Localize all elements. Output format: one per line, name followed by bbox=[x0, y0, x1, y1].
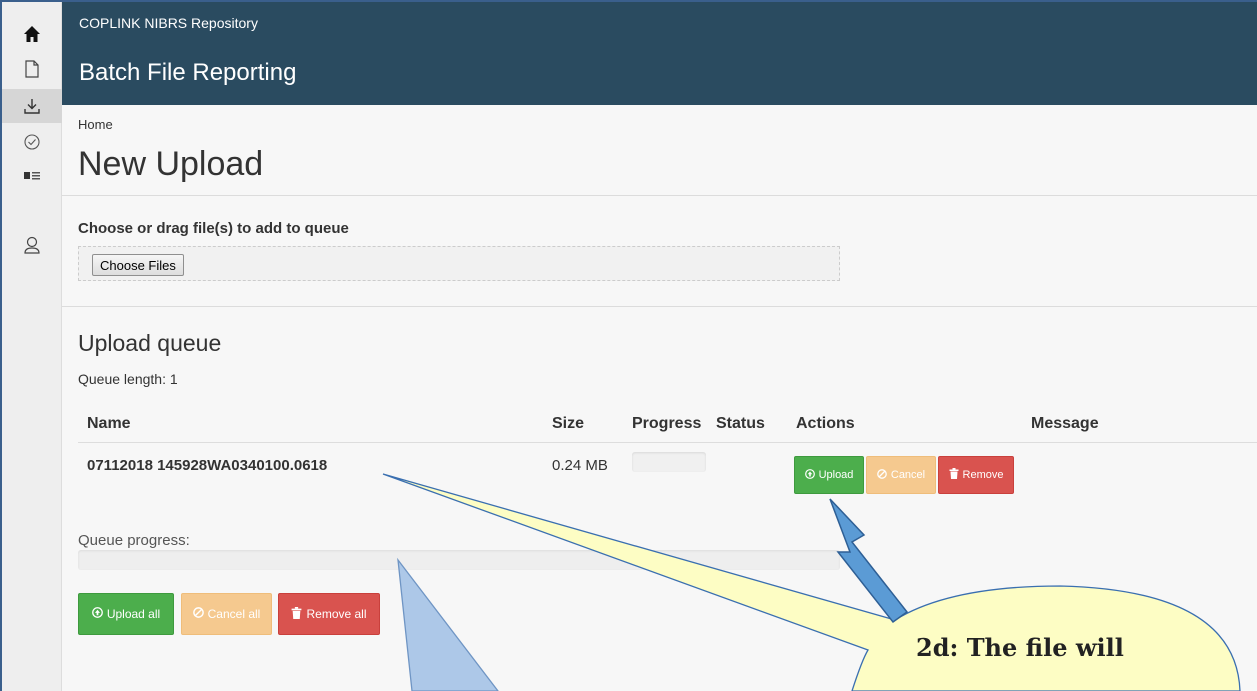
cancel-button[interactable]: Cancel bbox=[866, 456, 936, 494]
ban-icon bbox=[192, 607, 204, 621]
cancel-button-label: Cancel bbox=[890, 469, 926, 481]
callout-text: 2d: The file will bbox=[916, 633, 1124, 662]
queue-progress-label: Queue progress: bbox=[78, 532, 190, 549]
file-name-cell: 07112018 145928WA0340100.0618 bbox=[87, 457, 328, 474]
breadcrumb-home[interactable]: Home bbox=[78, 117, 113, 132]
sidebar-item-validation[interactable] bbox=[2, 125, 62, 159]
upload-all-label: Upload all bbox=[106, 607, 161, 621]
column-header-progress: Progress bbox=[632, 415, 702, 432]
download-icon bbox=[23, 97, 41, 115]
sidebar-nav bbox=[2, 2, 62, 691]
app-header: COPLINK NIBRS Repository Batch File Repo… bbox=[62, 2, 1257, 105]
divider bbox=[62, 306, 1257, 307]
remove-button[interactable]: Remove bbox=[938, 456, 1014, 494]
column-header-status: Status bbox=[716, 415, 765, 432]
column-header-actions: Actions bbox=[796, 415, 855, 432]
section-title: Batch File Reporting bbox=[79, 59, 297, 86]
cancel-all-label: Cancel all bbox=[207, 607, 261, 621]
upload-button[interactable]: Upload bbox=[794, 456, 864, 494]
list-icon bbox=[24, 170, 40, 182]
upload-button-label: Upload bbox=[818, 469, 854, 481]
user-icon bbox=[24, 236, 40, 254]
sidebar-item-documents[interactable] bbox=[2, 52, 62, 86]
remove-all-button[interactable]: Remove all bbox=[278, 593, 380, 635]
trash-icon bbox=[949, 468, 959, 482]
queue-title: Upload queue bbox=[78, 330, 222, 356]
sidebar-item-profile[interactable] bbox=[2, 228, 62, 262]
remove-button-label: Remove bbox=[962, 469, 1004, 481]
upload-circle-icon bbox=[91, 607, 103, 621]
file-progress-bar bbox=[632, 452, 706, 472]
trash-icon bbox=[291, 606, 302, 622]
sidebar-item-home[interactable] bbox=[2, 17, 62, 51]
ban-icon bbox=[877, 468, 887, 482]
check-circle-icon bbox=[23, 133, 41, 151]
document-icon bbox=[25, 60, 39, 78]
upload-all-button[interactable]: Upload all bbox=[78, 593, 174, 635]
sidebar-item-reports[interactable] bbox=[2, 159, 62, 193]
page-title: New Upload bbox=[78, 145, 264, 183]
queue-progress-bar bbox=[78, 550, 840, 570]
home-icon bbox=[23, 25, 41, 43]
choose-files-button[interactable]: Choose Files bbox=[92, 254, 184, 276]
column-header-size: Size bbox=[552, 415, 585, 432]
queue-length: Queue length: 1 bbox=[78, 371, 178, 387]
remove-all-label: Remove all bbox=[306, 607, 367, 621]
column-header-message: Message bbox=[1031, 415, 1099, 432]
upload-label: Choose or drag file(s) to add to queue bbox=[78, 220, 349, 237]
table-header-divider bbox=[78, 442, 1257, 443]
sidebar-item-uploads[interactable] bbox=[2, 89, 62, 123]
column-header-name: Name bbox=[87, 415, 131, 432]
file-dropzone[interactable]: Choose Files bbox=[78, 246, 840, 281]
file-size-cell: 0.24 MB bbox=[552, 457, 608, 474]
cancel-all-button[interactable]: Cancel all bbox=[181, 593, 272, 635]
divider bbox=[62, 195, 1257, 196]
upload-circle-icon bbox=[804, 468, 815, 482]
app-name: COPLINK NIBRS Repository bbox=[79, 15, 258, 31]
